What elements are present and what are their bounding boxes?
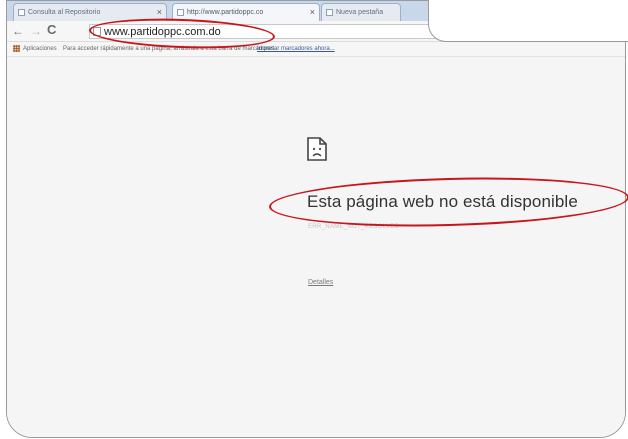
url-text[interactable]: www.partidoppc.com.do [104,25,221,39]
tab-label: Consulta al Repositorio [28,9,101,16]
reload-button[interactable]: C [47,23,56,37]
close-icon[interactable]: × [157,7,162,17]
tab-consulta-repositorio[interactable]: Consulta al Repositorio × [13,3,167,21]
tab-page-icon [326,9,333,16]
error-code: ERR_NAME_NOT_RESOLVED [308,224,400,230]
apps-button[interactable]: Aplicaciones [23,42,57,56]
overlay-popup [428,0,628,42]
forward-button[interactable]: → [30,24,42,38]
bookmarks-bar: Aplicaciones Para acceder rápidamente a … [7,42,625,57]
close-icon[interactable]: × [310,7,315,17]
page-icon [93,27,101,36]
tab-page-icon [18,9,25,16]
apps-grid-icon[interactable] [13,45,20,52]
error-title: Esta página web no está disponible [307,192,578,211]
browser-window: Consulta al Repositorio × http://www.par… [6,0,626,438]
sad-page-icon [307,137,327,161]
tab-nueva-pestana[interactable]: Nueva pestaña [321,3,401,21]
tab-label: Nueva pestaña [336,9,384,16]
details-link[interactable]: Detalles [308,279,333,286]
tab-page-icon [177,9,184,16]
tab-partidoppc[interactable]: http://www.partidoppc.co × [172,3,320,21]
error-page: Esta página web no está disponible ERR_N… [7,57,625,437]
back-button[interactable]: ← [12,24,24,38]
bookmarks-hint: Para acceder rápidamente a una página, a… [63,46,276,52]
tab-label: http://www.partidoppc.co [187,9,264,16]
import-bookmarks-link[interactable]: Importar marcadores ahora... [257,42,335,56]
